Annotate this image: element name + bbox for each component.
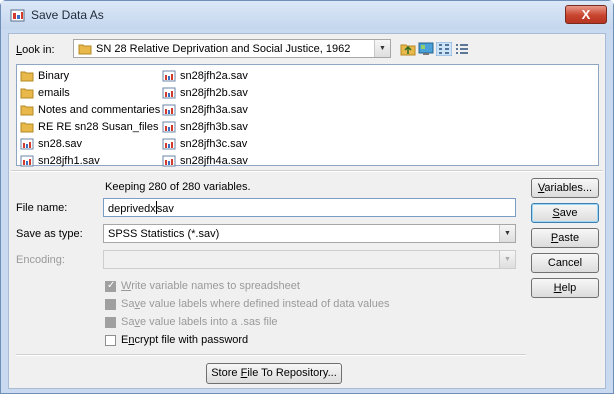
- checkbox-box: [105, 298, 116, 310]
- chevron-down-icon[interactable]: ▼: [374, 40, 390, 57]
- file-item-sn28jfh2b-sav[interactable]: sn28jfh2b.sav: [162, 85, 248, 101]
- file-name: sn28jfh3b.sav: [180, 121, 248, 133]
- file-name: sn28jfh2b.sav: [180, 87, 248, 99]
- variables-button[interactable]: Variables...: [531, 178, 599, 198]
- file-name: sn28jfh2a.sav: [180, 70, 248, 82]
- save-data-as-dialog: Save Data As X Look in: SN 28 Relative D…: [0, 0, 614, 394]
- save-sas-file-checkbox: Save value labels into a .sas file: [105, 316, 278, 328]
- chevron-down-icon: ▼: [499, 251, 515, 268]
- sav-file-icon: [162, 87, 176, 99]
- file-name: sn28jfh1.sav: [38, 155, 100, 167]
- file-name: Notes and commentaries: [38, 104, 161, 116]
- file-item-sn28-sav[interactable]: sn28.sav: [20, 136, 82, 152]
- file-name-input[interactable]: deprivedxsav: [103, 198, 516, 217]
- save-as-type-label: Save as type:: [16, 228, 83, 240]
- file-name: sn28jfh4a.sav: [180, 155, 248, 167]
- spss-app-icon: [10, 9, 25, 22]
- encrypt-file-checkbox[interactable]: Encrypt file with password: [105, 334, 248, 346]
- save-as-type-dropdown[interactable]: SPSS Statistics (*.sav) ▼: [103, 224, 516, 243]
- list-view-icon[interactable]: [436, 42, 452, 56]
- sav-file-icon: [162, 155, 176, 167]
- file-name: RE RE sn28 Susan_files: [38, 121, 159, 133]
- file-item-notes-and-commentaries[interactable]: Notes and commentaries: [20, 102, 160, 118]
- checkbox-box[interactable]: [105, 334, 116, 346]
- details-view-icon[interactable]: [454, 42, 470, 56]
- save-sas-file-label: Save value labels into a .sas file: [121, 316, 278, 328]
- window-title: Save Data As: [31, 8, 104, 22]
- sav-file-icon: [162, 104, 176, 116]
- save-value-labels-checkbox: Save value labels where defined instead …: [105, 298, 389, 310]
- file-item-re-re-sn28-susan-files[interactable]: RE RE sn28 Susan_files: [20, 119, 158, 135]
- dialog-body: Look in: SN 28 Relative Deprivation and …: [8, 33, 606, 389]
- sav-file-icon: [162, 138, 176, 150]
- file-item-emails[interactable]: emails: [20, 85, 70, 101]
- save-button[interactable]: Save: [531, 203, 599, 223]
- file-item-sn28jfh2a-sav[interactable]: sn28jfh2a.sav: [162, 68, 248, 84]
- encoding-dropdown: ▼: [103, 250, 516, 269]
- sav-file-icon: [20, 138, 34, 150]
- file-name: sn28.sav: [38, 138, 83, 150]
- checkmark-icon: ✓: [107, 279, 116, 291]
- save-value-labels-label: Save value labels where defined instead …: [121, 298, 390, 310]
- file-name: sn28jfh3c.sav: [180, 138, 248, 150]
- file-name: Binary: [38, 70, 70, 82]
- file-item-sn28jfh4a-sav[interactable]: sn28jfh4a.sav: [162, 153, 248, 169]
- divider: [16, 354, 526, 356]
- look-in-label: Look in:: [16, 44, 55, 56]
- sav-file-icon: [20, 155, 34, 167]
- folder-icon: [20, 105, 34, 116]
- keeping-variables-text: Keeping 280 of 280 variables.: [105, 181, 251, 193]
- cancel-button[interactable]: Cancel: [531, 253, 599, 273]
- write-variable-names-label: Write variable names to spreadsheet: [121, 280, 300, 292]
- file-item-sn28jfh3b-sav[interactable]: sn28jfh3b.sav: [162, 119, 248, 135]
- file-item-sn28jfh1-sav[interactable]: sn28jfh1.sav: [20, 153, 100, 169]
- file-name: sn28jfh3a.sav: [180, 104, 248, 116]
- store-file-to-repository-button[interactable]: Store File To Repository...: [206, 363, 342, 384]
- checkbox-box: ✓: [105, 279, 116, 292]
- file-item-sn28jfh3a-sav[interactable]: sn28jfh3a.sav: [162, 102, 248, 118]
- checkbox-box: [105, 316, 116, 328]
- look-in-value: SN 28 Relative Deprivation and Social Ju…: [96, 43, 351, 55]
- look-in-dropdown[interactable]: SN 28 Relative Deprivation and Social Ju…: [73, 39, 391, 58]
- title-bar[interactable]: Save Data As X: [1, 1, 613, 29]
- write-variable-names-checkbox: ✓ Write variable names to spreadsheet: [105, 280, 300, 292]
- file-item-binary[interactable]: Binary: [20, 68, 69, 84]
- help-button[interactable]: Help: [531, 278, 599, 298]
- save-as-type-value: SPSS Statistics (*.sav): [108, 228, 220, 240]
- desktop-icon[interactable]: [418, 42, 434, 56]
- divider: [11, 170, 603, 172]
- folder-icon: [20, 88, 34, 99]
- sav-file-icon: [162, 121, 176, 133]
- chevron-down-icon[interactable]: ▼: [499, 225, 515, 242]
- up-one-level-icon[interactable]: [400, 42, 416, 56]
- folder-icon: [78, 44, 92, 55]
- encrypt-file-label: Encrypt file with password: [121, 334, 249, 346]
- encoding-label: Encoding:: [16, 254, 65, 266]
- sav-file-icon: [162, 70, 176, 82]
- paste-button[interactable]: Paste: [531, 228, 599, 248]
- file-name: emails: [38, 87, 70, 99]
- folder-icon: [20, 71, 34, 82]
- file-list[interactable]: Binary emails Notes and commentaries RE …: [16, 64, 599, 169]
- file-name-label: File name:: [16, 202, 68, 214]
- file-item-sn28jfh3c-sav[interactable]: sn28jfh3c.sav: [162, 136, 247, 152]
- folder-icon: [20, 122, 34, 133]
- close-button[interactable]: X: [565, 5, 607, 24]
